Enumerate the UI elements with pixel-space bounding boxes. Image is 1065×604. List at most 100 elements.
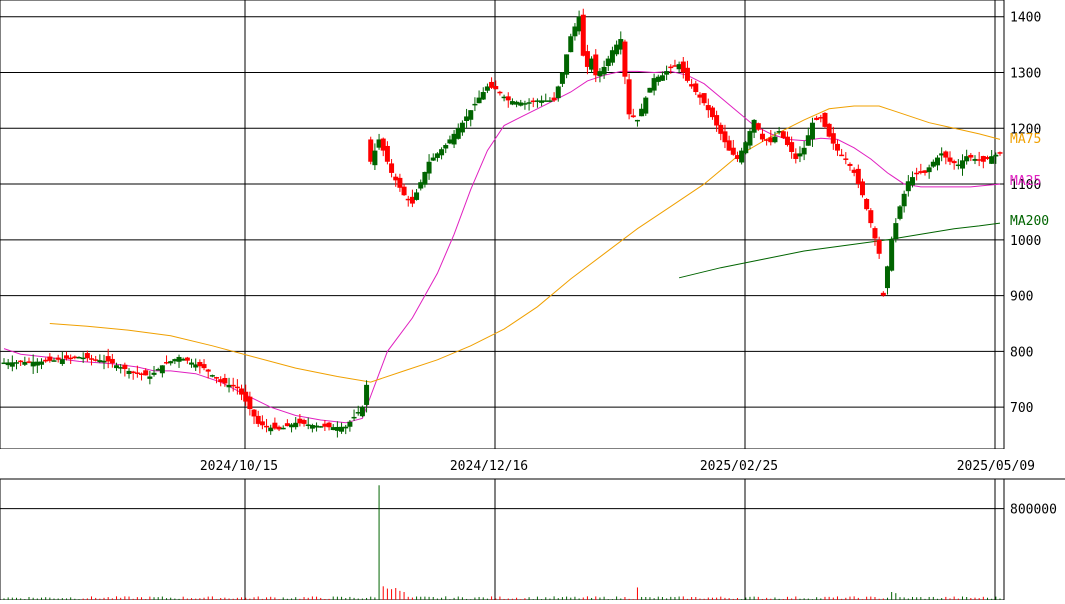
candle-body — [926, 167, 932, 173]
legend: MA75 MA25 MA200 — [1010, 132, 1049, 229]
candle-body — [809, 122, 815, 140]
ma-line-ma200 — [678, 222, 1001, 279]
grid-layer — [0, 0, 1004, 600]
volume-tick-label: 800000 — [1010, 503, 1057, 518]
candle-body — [151, 372, 157, 375]
price-tick-label: 1000 — [1010, 234, 1041, 249]
candle-body — [364, 384, 370, 405]
candle-body — [222, 377, 228, 384]
candle-body — [668, 66, 674, 69]
candle-body — [480, 92, 486, 100]
candle-body — [859, 181, 865, 196]
candle-body — [897, 206, 903, 219]
candle-body — [801, 147, 807, 155]
candle-body — [293, 422, 299, 428]
candle-body — [772, 136, 778, 143]
candle-body — [343, 426, 349, 429]
candle-body — [497, 91, 503, 94]
candle-body — [634, 119, 640, 122]
candle-body — [493, 86, 499, 90]
candle-body — [843, 158, 849, 160]
candle-body — [426, 161, 432, 174]
date-strip — [0, 449, 1065, 479]
candle-body — [439, 149, 445, 156]
candle-body — [547, 100, 553, 102]
price-tick-label: 900 — [1010, 290, 1033, 305]
candle-body — [184, 357, 190, 361]
candle-body — [872, 228, 878, 239]
candle-body — [759, 133, 765, 140]
candle-body — [347, 421, 353, 427]
candle-body — [876, 239, 882, 254]
ma-line-ma25 — [3, 70, 1001, 424]
volume-layer — [3, 485, 1001, 600]
candle-body — [264, 425, 270, 428]
candle-body — [993, 154, 999, 157]
candle-body — [664, 71, 670, 75]
candle-body — [997, 152, 1003, 154]
candle-body — [555, 86, 561, 99]
candle-body — [397, 177, 403, 188]
candle-body — [868, 210, 874, 224]
candle-body — [459, 122, 465, 133]
candle-body — [914, 172, 920, 175]
candle-body — [684, 67, 690, 81]
candle-body — [84, 353, 90, 359]
date-tick-label: 2025/05/09 — [957, 459, 1035, 474]
candle-body — [893, 223, 899, 240]
candle-body — [747, 131, 753, 146]
candle-body — [564, 54, 570, 75]
candle-body — [909, 177, 915, 186]
candle-body — [730, 147, 736, 155]
candle-body — [301, 420, 307, 424]
candle-body — [280, 427, 286, 430]
candle-body — [901, 193, 907, 207]
candle-body — [259, 421, 265, 426]
candle-body — [51, 360, 57, 362]
candle-body — [472, 103, 478, 106]
candle-body — [989, 156, 995, 164]
candle-body — [626, 79, 632, 115]
candle-body — [47, 356, 53, 361]
candle-body — [839, 154, 845, 157]
price-tick-label: 800 — [1010, 345, 1033, 360]
candle-body — [168, 361, 174, 364]
volume-axis: 800000 — [1010, 503, 1057, 518]
date-tick-label: 2025/02/25 — [700, 459, 778, 474]
date-tick-label: 2024/10/15 — [200, 459, 278, 474]
stock-chart: 700 800 900 1000 1100 1200 1300 1400 MA75 MA25 MA… — [0, 0, 1065, 601]
price-tick-label: 1300 — [1010, 67, 1041, 82]
price-tick-label: 700 — [1010, 401, 1033, 416]
candle-body — [505, 96, 511, 101]
candle-body — [359, 407, 365, 417]
candle-layer — [1, 8, 1003, 438]
candle-body — [401, 186, 407, 196]
candle-body — [109, 358, 115, 364]
legend-label-ma200: MA200 — [1010, 214, 1049, 229]
candle-body — [526, 102, 532, 104]
candle-body — [643, 97, 649, 114]
candle-body — [251, 409, 257, 417]
candle-body — [847, 163, 853, 166]
candle-body — [122, 364, 128, 370]
candle-body — [834, 143, 840, 151]
price-tick-label: 1400 — [1010, 11, 1041, 26]
candle-body — [414, 192, 420, 200]
candle-body — [630, 115, 636, 118]
candle-body — [430, 157, 436, 161]
candle-body — [951, 161, 957, 164]
candle-body — [701, 93, 707, 104]
candle-body — [580, 14, 586, 56]
candle-body — [59, 359, 65, 364]
candle-body — [234, 386, 240, 389]
candle-body — [18, 360, 24, 363]
candle-body — [943, 151, 949, 158]
candle-body — [968, 154, 974, 158]
candle-body — [147, 376, 153, 379]
candle-body — [389, 163, 395, 173]
volume-panel-frame — [0, 478, 1005, 601]
date-tick-label: 2024/12/16 — [450, 459, 528, 474]
candle-body — [755, 123, 761, 130]
candle-body — [384, 145, 390, 162]
candle-body — [39, 361, 45, 365]
